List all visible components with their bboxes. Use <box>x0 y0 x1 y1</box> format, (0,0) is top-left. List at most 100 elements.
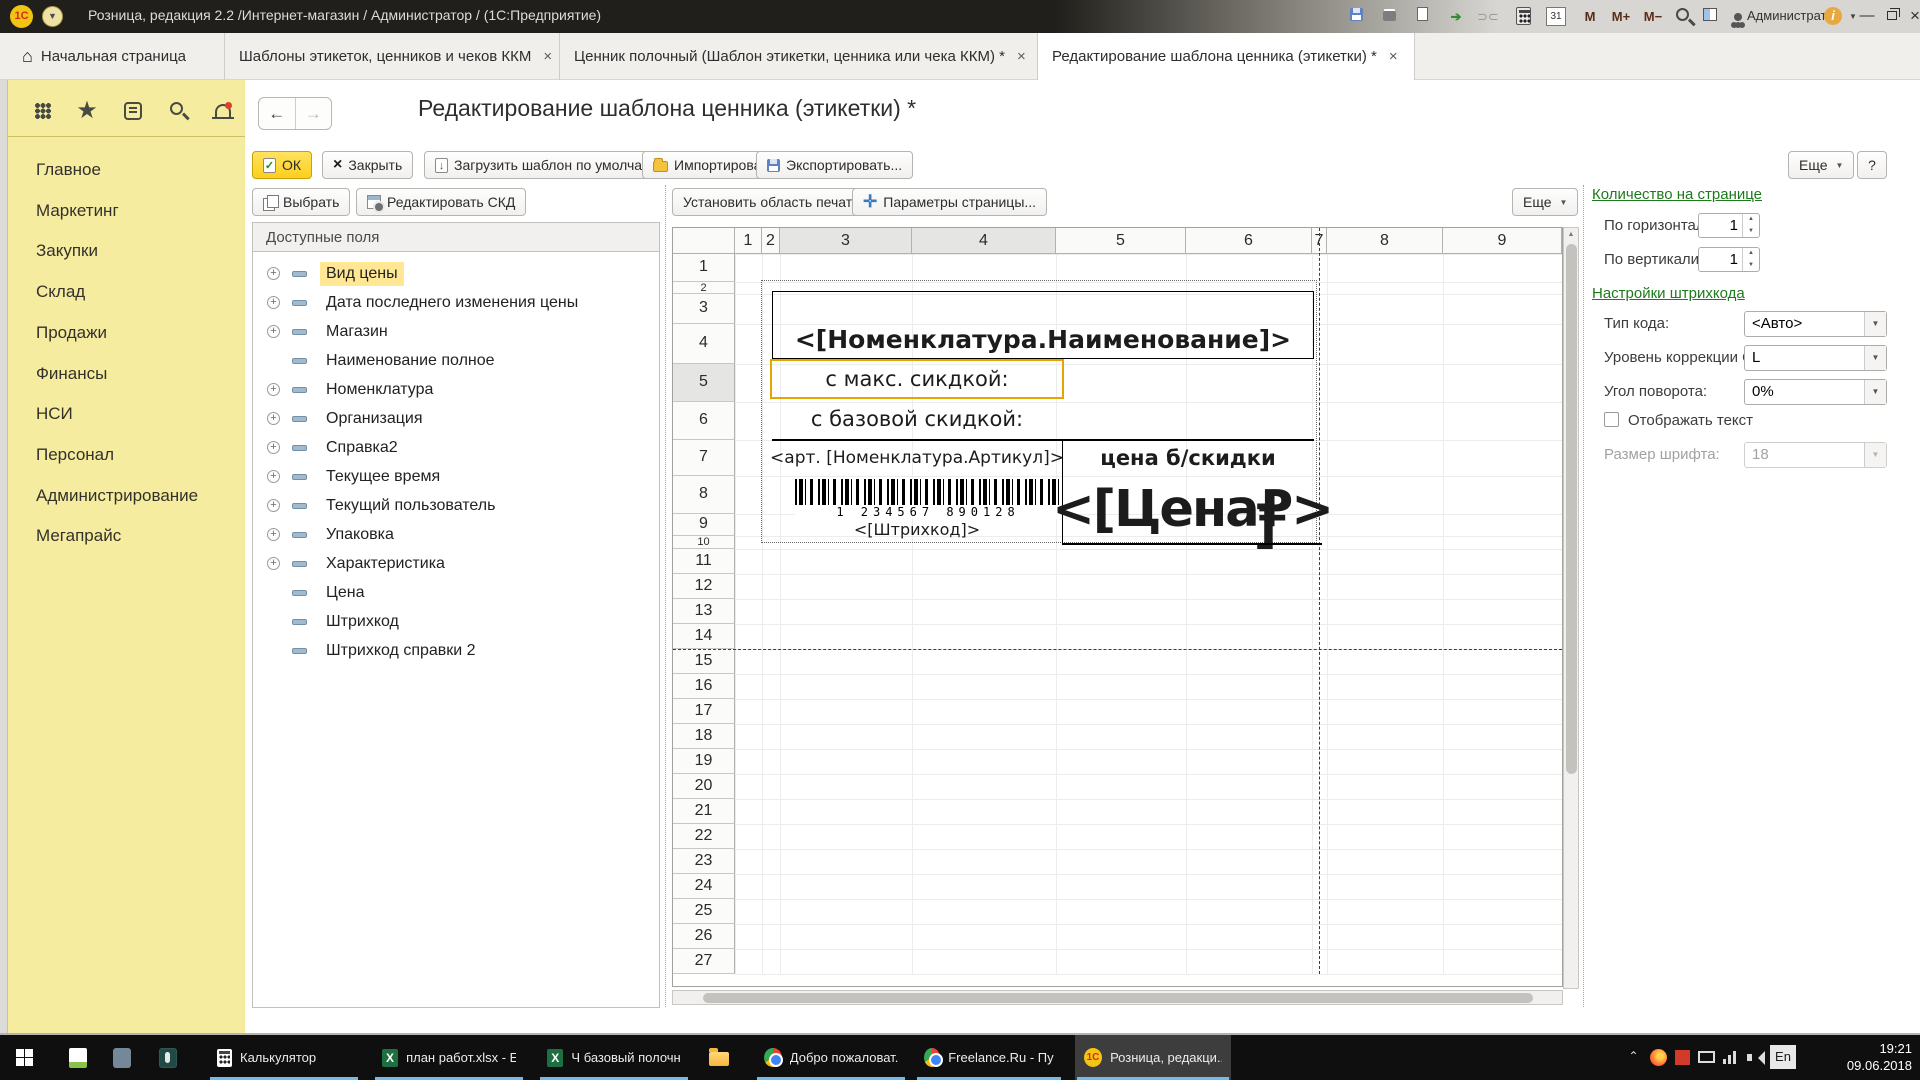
taskbar-button-план работ.xlsx - E...[interactable]: Xплан работ.xlsx - E... <box>373 1035 525 1080</box>
pinned-app-1[interactable] <box>56 1035 100 1080</box>
tab-close-icon[interactable]: × <box>1389 48 1398 65</box>
calendar-icon[interactable]: 31 <box>1546 7 1566 26</box>
tray-app-icon[interactable] <box>1675 1050 1690 1065</box>
taskbar-button-Добро пожаловат...[interactable]: Добро пожаловат... <box>755 1035 907 1080</box>
scroll-up-icon[interactable]: ▲ <box>1564 228 1578 242</box>
page-params-button[interactable]: ✛ Параметры страницы... <box>852 188 1047 216</box>
edit-skd-button[interactable]: Редактировать СКД <box>356 188 526 216</box>
column-header-6[interactable]: 6 <box>1186 228 1312 254</box>
row-header-20[interactable]: 20 <box>673 774 735 799</box>
row-header-27[interactable]: 27 <box>673 949 735 974</box>
field-item[interactable]: +Штрихкод <box>253 607 659 636</box>
row-header-2[interactable]: 2 <box>673 282 735 294</box>
vertical-scrollbar[interactable]: ▲ <box>1563 227 1579 989</box>
tab-template-editor[interactable]: Редактирование шаблона ценника (этикетки… <box>1038 33 1415 80</box>
field-item[interactable]: +Наименование полное <box>253 346 659 375</box>
split-window-icon[interactable] <box>1700 7 1720 26</box>
left-splitter[interactable] <box>665 185 666 1007</box>
field-item[interactable]: +Цена <box>253 578 659 607</box>
calculator-icon[interactable] <box>1513 7 1533 26</box>
all-functions-icon[interactable] <box>30 98 56 124</box>
field-item[interactable]: +Упаковка <box>253 520 659 549</box>
sidebar-item-8[interactable]: Персонал <box>36 438 236 472</box>
pinned-app-2[interactable] <box>100 1035 144 1080</box>
combo-arrow-icon[interactable]: ▼ <box>1864 380 1886 404</box>
row-header-4[interactable]: 4 <box>673 324 735 364</box>
field-item[interactable]: +Текущий пользователь <box>253 491 659 520</box>
row-header-11[interactable]: 11 <box>673 549 735 574</box>
column-header-1[interactable]: 1 <box>735 228 762 254</box>
barcode-settings-link[interactable]: Настройки штрихкода <box>1592 285 1745 302</box>
print-icon[interactable] <box>1379 7 1399 26</box>
row-header-21[interactable]: 21 <box>673 799 735 824</box>
field-item[interactable]: +Магазин <box>253 317 659 346</box>
close-form-button[interactable]: × Закрыть <box>322 151 413 179</box>
expand-plus-icon[interactable]: + <box>267 296 280 309</box>
row-header-26[interactable]: 26 <box>673 924 735 949</box>
print-preview-icon[interactable] <box>1412 7 1432 26</box>
horizontal-count-stepper[interactable]: 1 ▲▼ <box>1698 213 1760 238</box>
row-header-14[interactable]: 14 <box>673 624 735 649</box>
taskbar-button-Ч базовый полочн...[interactable]: XЧ базовый полочн... <box>538 1035 690 1080</box>
tab-close-icon[interactable]: × <box>1017 48 1026 65</box>
tray-firefox-icon[interactable] <box>1650 1049 1667 1066</box>
tray-volume-icon[interactable] <box>1747 1049 1764 1066</box>
code-type-select[interactable]: <Авто> ▼ <box>1744 311 1887 337</box>
expand-plus-icon[interactable]: + <box>267 499 280 512</box>
field-item[interactable]: +Штрихкод справки 2 <box>253 636 659 665</box>
row-header-13[interactable]: 13 <box>673 599 735 624</box>
rotation-select[interactable]: 0% ▼ <box>1744 379 1887 405</box>
tray-language-indicator[interactable]: En <box>1770 1045 1796 1069</box>
sidebar-item-10[interactable]: Мегапрайс <box>36 519 236 553</box>
show-text-checkbox[interactable] <box>1604 412 1619 427</box>
tab-home[interactable]: ⌂ Начальная страница <box>8 33 225 80</box>
start-button[interactable] <box>0 1035 48 1080</box>
combo-arrow-icon[interactable]: ▼ <box>1864 346 1886 370</box>
expand-plus-icon[interactable]: + <box>267 470 280 483</box>
sidebar-item-2[interactable]: Маркетинг <box>36 194 236 228</box>
field-item[interactable]: +Номенклатура <box>253 375 659 404</box>
vertical-scrollbar-thumb[interactable] <box>1566 244 1577 774</box>
sidebar-item-1[interactable]: Главное <box>36 153 236 187</box>
tab-close-icon[interactable]: × <box>543 48 552 65</box>
row-header-15[interactable]: 15 <box>673 649 735 674</box>
spinner-arrows[interactable]: ▲▼ <box>1742 248 1759 271</box>
expand-plus-icon[interactable]: + <box>267 557 280 570</box>
tray-clock[interactable]: 19:21 09.06.2018 <box>1847 1040 1912 1074</box>
row-header-8[interactable]: 8 <box>673 476 735 514</box>
tab-shelf-tag[interactable]: Ценник полочный (Шаблон этикетки, ценник… <box>560 33 1038 80</box>
sidebar-item-3[interactable]: Закупки <box>36 234 236 268</box>
field-item[interactable]: +Организация <box>253 404 659 433</box>
taskbar-button-Розница, редакци...[interactable]: 1СРозница, редакци... <box>1075 1035 1231 1080</box>
taskbar-button-Freelance.Ru - Пуб...[interactable]: Freelance.Ru - Пуб... <box>915 1035 1063 1080</box>
row-header-5[interactable]: 5 <box>673 364 735 402</box>
tray-display-icon[interactable] <box>1698 1051 1715 1063</box>
minimize-button[interactable]: — <box>1855 6 1879 27</box>
template-max-discount-cell-selected[interactable]: с макс. сикдкой: <box>770 359 1064 399</box>
field-item[interactable]: +Дата последнего изменения цены <box>253 288 659 317</box>
help-button[interactable]: ? <box>1857 151 1887 179</box>
field-item[interactable]: +Вид цены <box>253 259 659 288</box>
row-header-1[interactable]: 1 <box>673 254 735 282</box>
template-price-cell[interactable]: <[Цена₽]> <box>1062 475 1322 543</box>
ok-button[interactable]: ✓ ОК <box>252 151 312 179</box>
info-icon[interactable]: i <box>1824 7 1842 25</box>
column-header-9[interactable]: 9 <box>1443 228 1562 254</box>
vertical-count-stepper[interactable]: 1 ▲▼ <box>1698 247 1760 272</box>
expand-plus-icon[interactable]: + <box>267 267 280 280</box>
template-nomenclature-cell[interactable]: <[Номенклатура.Наименование]> <box>772 291 1314 359</box>
forward-button[interactable]: → <box>296 98 332 129</box>
row-header-16[interactable]: 16 <box>673 674 735 699</box>
expand-plus-icon[interactable]: + <box>267 325 280 338</box>
export-button[interactable]: Экспортировать... <box>756 151 913 179</box>
template-price-header-cell[interactable]: цена б/скидки <box>1062 441 1314 475</box>
row-header-12[interactable]: 12 <box>673 574 735 599</box>
row-header-19[interactable]: 19 <box>673 749 735 774</box>
right-splitter[interactable] <box>1583 185 1584 1007</box>
expand-plus-icon[interactable]: + <box>267 383 280 396</box>
qr-level-select[interactable]: L ▼ <box>1744 345 1887 371</box>
spinner-arrows[interactable]: ▲▼ <box>1742 214 1759 237</box>
column-header-5[interactable]: 5 <box>1056 228 1186 254</box>
taskbar-button-explorer[interactable] <box>700 1035 745 1080</box>
template-barcode-caption-cell[interactable]: <[Штрихкод]> <box>772 518 1062 541</box>
